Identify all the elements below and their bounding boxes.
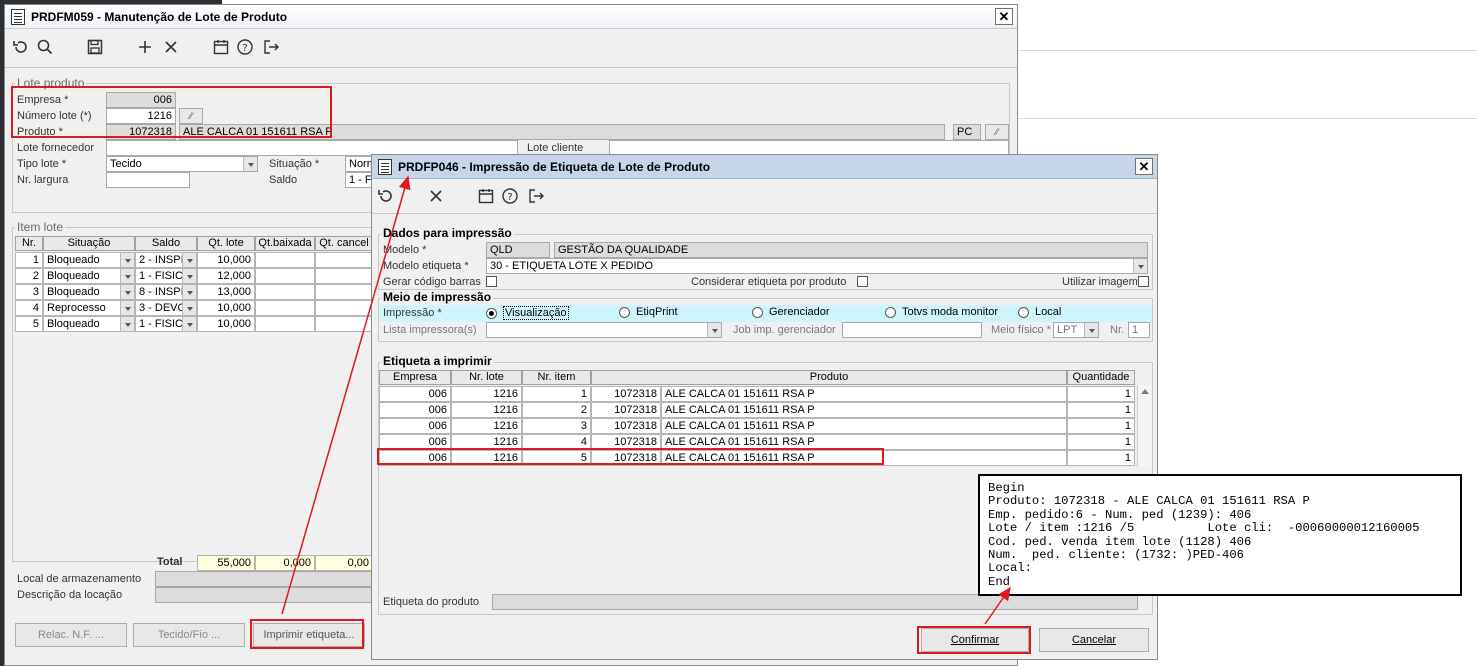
annotation-arrows <box>281 175 1011 625</box>
arrow-to-preview <box>984 586 1011 625</box>
arrow-to-dialog <box>281 175 411 615</box>
